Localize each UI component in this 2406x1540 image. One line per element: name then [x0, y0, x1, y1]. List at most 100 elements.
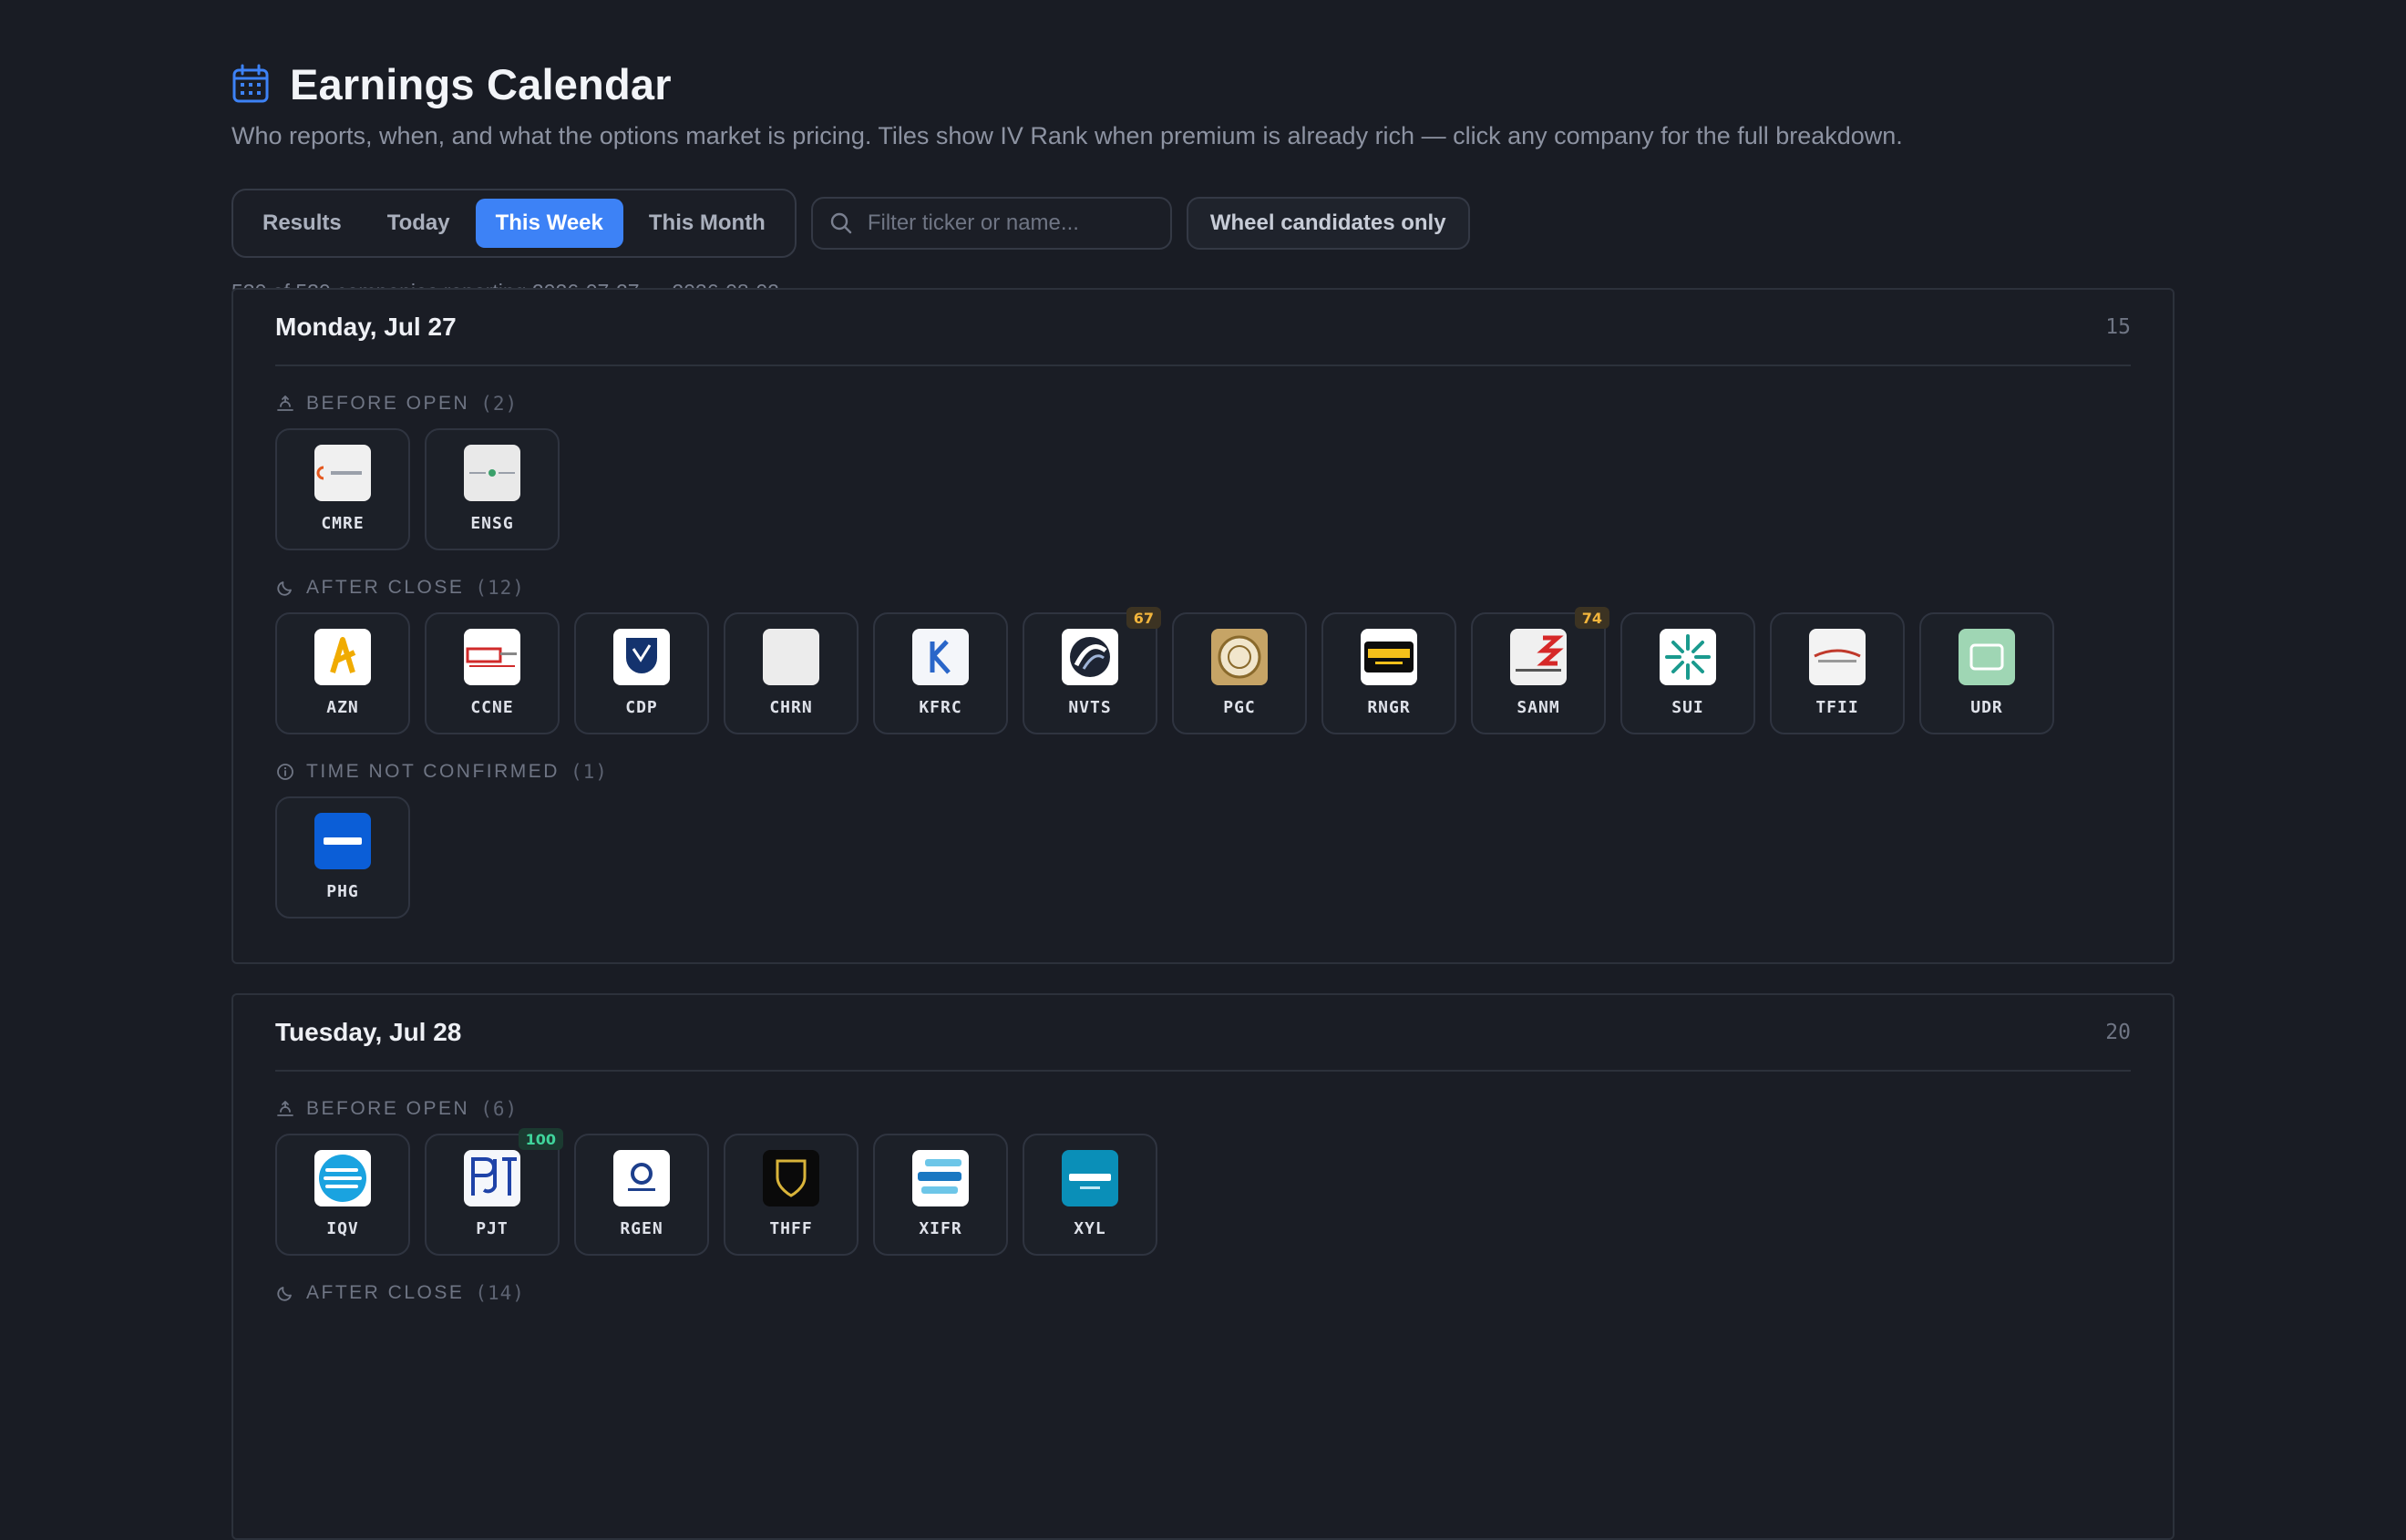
- company-logo: [763, 1150, 819, 1206]
- ticker-label: THFF: [769, 1219, 813, 1238]
- company-tile-xyl[interactable]: XYL: [1023, 1134, 1157, 1256]
- page-subtitle: Who reports, when, and what the options …: [231, 122, 1903, 149]
- session-count: (6): [480, 1098, 519, 1120]
- session-label-text: BEFORE OPEN: [306, 1098, 470, 1119]
- company-logo: [1510, 629, 1567, 685]
- company-tile-kfrc[interactable]: KFRC: [873, 612, 1008, 734]
- page-title: Earnings Calendar: [290, 59, 672, 108]
- ticker-label: SUI: [1671, 698, 1704, 717]
- company-logo: [1959, 629, 2015, 685]
- ticker-label: PHG: [326, 882, 359, 901]
- session-label: TIME NOT CONFIRMED (1): [275, 758, 2131, 785]
- company-tile-cmre[interactable]: CMRE: [275, 428, 410, 550]
- iv-rank-badge: 74: [1574, 607, 1609, 629]
- company-tile-ccne[interactable]: CCNE: [425, 612, 560, 734]
- ticker-label: NVTS: [1068, 698, 1112, 717]
- company-logo: [314, 445, 371, 501]
- ticker-label: ENSG: [470, 514, 514, 533]
- company-tile-sui[interactable]: SUI: [1620, 612, 1755, 734]
- ticker-label: SANM: [1517, 698, 1560, 717]
- company-tile-phg[interactable]: PHG: [275, 796, 410, 919]
- tab-today[interactable]: Today: [367, 199, 470, 248]
- company-tile-iqv[interactable]: IQV: [275, 1134, 410, 1256]
- ticker-label: CMRE: [321, 514, 365, 533]
- ticker-label: AZN: [326, 698, 359, 717]
- ticker-label: PGC: [1223, 698, 1256, 717]
- day-card: Tuesday, Jul 28 20 BEFORE OPEN (6) IQV PJT 100…: [231, 993, 2175, 1540]
- day-title: Tuesday, Jul 28: [275, 1018, 462, 1046]
- day-header: Monday, Jul 27 15: [275, 290, 2131, 366]
- company-tiles: AZN CCNE CDP CHRN KFRC NVTS 67 PGC RNGR SANM 74 SUI…: [275, 607, 2131, 734]
- company-logo: [314, 629, 371, 685]
- company-logo: [1660, 629, 1716, 685]
- ticker-label: CDP: [625, 698, 658, 717]
- session-count: (12): [475, 577, 525, 599]
- company-tile-rngr[interactable]: RNGR: [1321, 612, 1456, 734]
- session-count: (1): [570, 761, 608, 783]
- session-label: BEFORE OPEN (6): [275, 1095, 2131, 1123]
- search-box[interactable]: [810, 197, 1172, 250]
- company-tile-nvts[interactable]: NVTS 67: [1023, 607, 1161, 734]
- company-logo: [464, 629, 520, 685]
- info-icon: [275, 762, 295, 782]
- company-tile-thff[interactable]: THFF: [724, 1134, 859, 1256]
- iv-rank-badge: 100: [518, 1128, 563, 1150]
- company-tile-chrn[interactable]: CHRN: [724, 612, 859, 734]
- company-tile-pjt[interactable]: PJT 100: [425, 1128, 563, 1256]
- tab-results[interactable]: Results: [242, 199, 362, 248]
- page: Earnings Calendar Who reports, when, and…: [231, 56, 2175, 1540]
- company-logo: [314, 1150, 371, 1206]
- company-logo: [1809, 629, 1866, 685]
- ticker-label: RGEN: [620, 1219, 663, 1238]
- ticker-label: IQV: [326, 1219, 359, 1238]
- session-count: (2): [480, 393, 519, 415]
- session-label-text: AFTER CLOSE: [306, 1282, 465, 1303]
- sunrise-icon: [275, 394, 295, 414]
- sunrise-icon: [275, 1099, 295, 1119]
- ticker-label: CHRN: [769, 698, 813, 717]
- tab-this-week[interactable]: This Week: [475, 199, 623, 248]
- company-tile-udr[interactable]: UDR: [1919, 612, 2054, 734]
- session-label-text: BEFORE OPEN: [306, 393, 470, 414]
- company-tiles: PHG: [275, 796, 2131, 919]
- ticker-label: PJT: [476, 1219, 509, 1238]
- ticker-label: XIFR: [919, 1219, 962, 1238]
- day-count: 20: [2105, 1021, 2131, 1044]
- company-logo: [464, 1150, 520, 1206]
- company-logo: [1062, 629, 1118, 685]
- company-tile-tfii[interactable]: TFII: [1770, 612, 1905, 734]
- company-tile-sanm[interactable]: SANM 74: [1471, 607, 1609, 734]
- ticker-label: RNGR: [1367, 698, 1411, 717]
- day-title: Monday, Jul 27: [275, 313, 457, 341]
- session-label-text: AFTER CLOSE: [306, 577, 465, 598]
- ticker-label: XYL: [1074, 1219, 1106, 1238]
- search-icon: [830, 212, 852, 234]
- iv-rank-badge: 67: [1126, 607, 1161, 629]
- company-logo: [314, 813, 371, 869]
- session-count: (14): [475, 1282, 525, 1304]
- wheel-candidates-toggle[interactable]: Wheel candidates only: [1186, 197, 1470, 250]
- tab-this-month[interactable]: This Month: [629, 199, 786, 248]
- company-tile-xifr[interactable]: XIFR: [873, 1134, 1008, 1256]
- company-tiles: CMRE ENSG: [275, 428, 2131, 550]
- company-logo: [912, 1150, 969, 1206]
- company-tile-pgc[interactable]: PGC: [1172, 612, 1307, 734]
- session-label: BEFORE OPEN (2): [275, 390, 2131, 417]
- session-label: AFTER CLOSE (12): [275, 574, 2131, 601]
- search-input[interactable]: [867, 210, 1159, 236]
- moon-icon: [275, 578, 295, 598]
- calendar-icon: [232, 64, 269, 103]
- ticker-label: UDR: [1970, 698, 2003, 717]
- ticker-label: TFII: [1815, 698, 1859, 717]
- day-header: Tuesday, Jul 28 20: [275, 995, 2131, 1072]
- day-count: 15: [2105, 315, 2131, 339]
- company-tile-cdp[interactable]: CDP: [574, 612, 709, 734]
- company-logo: [1361, 629, 1417, 685]
- company-logo: [464, 445, 520, 501]
- header: Earnings Calendar: [231, 56, 2175, 111]
- company-tile-ensg[interactable]: ENSG: [425, 428, 560, 550]
- company-tile-rgen[interactable]: RGEN: [574, 1134, 709, 1256]
- ticker-label: CCNE: [470, 698, 514, 717]
- company-logo: [763, 629, 819, 685]
- company-tile-azn[interactable]: AZN: [275, 612, 410, 734]
